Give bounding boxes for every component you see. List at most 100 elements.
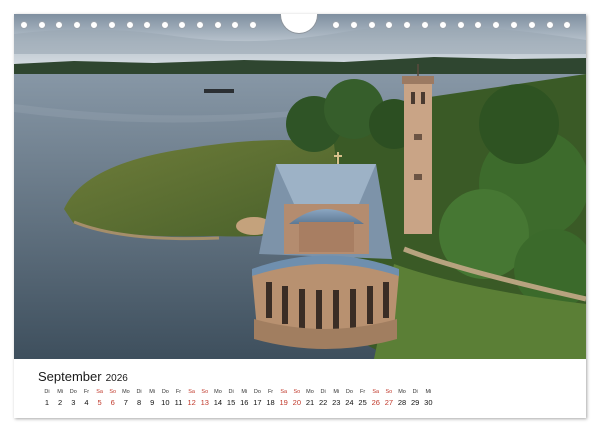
day-cell: Mo 7 — [119, 389, 133, 407]
binding-ring — [349, 21, 358, 29]
day-cell: Do 17 — [250, 389, 264, 407]
binding-ring — [332, 21, 340, 29]
day-number: 11 — [174, 398, 183, 407]
weekday-label: Di — [44, 389, 50, 395]
binding-ring — [438, 21, 447, 29]
day-cell: Mi 2 — [53, 389, 67, 407]
day-cell: Mo 21 — [303, 389, 317, 407]
month-year: 2026 — [105, 373, 128, 384]
weekday-label: Mo — [214, 389, 222, 395]
weekday-label: So — [109, 389, 117, 395]
binding-ring — [90, 21, 99, 29]
binding-ring — [178, 21, 187, 29]
day-number: 26 — [371, 398, 380, 407]
weekday-label: Sa — [372, 389, 380, 395]
day-number: 27 — [384, 398, 394, 407]
day-cell: So 13 — [198, 389, 212, 407]
binding-ring — [72, 21, 81, 29]
church-on-lake-photo — [14, 14, 586, 359]
weekday-label: Sa — [188, 389, 195, 395]
weekday-label: Do — [253, 389, 261, 395]
binding-ring — [108, 21, 116, 29]
day-number: 8 — [136, 398, 142, 407]
binding-ring — [160, 21, 169, 29]
weekday-label: Fr — [359, 389, 366, 395]
day-cell: Mi 30 — [421, 389, 435, 407]
day-cell: Fr 18 — [264, 389, 278, 407]
binding-ring — [527, 21, 536, 29]
binding-ring — [196, 21, 204, 29]
day-number: 30 — [424, 398, 433, 407]
weekday-label: Do — [161, 389, 169, 395]
weekday-label: Fr — [175, 389, 182, 395]
day-number: 19 — [279, 398, 288, 407]
day-number: 28 — [397, 398, 407, 407]
day-number: 13 — [200, 398, 209, 407]
weekday-label: Do — [69, 389, 77, 395]
calendar-page: September 2026 Di 1 Mi 2 Do 3 Fr 4 Sa 5 So 6 Mo 7 Di 8 Mi… — [14, 14, 586, 418]
binding-ring — [248, 21, 257, 29]
day-number: 24 — [345, 398, 354, 407]
month-name: September — [38, 369, 102, 384]
weekday-label: Mi — [425, 389, 432, 395]
binding-ring — [37, 21, 46, 29]
day-number: 1 — [44, 398, 50, 407]
day-cell: Sa 12 — [185, 389, 199, 407]
weekday-label: Mi — [241, 389, 248, 395]
day-cell: Fr 25 — [356, 389, 370, 407]
weekday-label: Di — [320, 389, 326, 395]
binding-ring — [563, 21, 572, 29]
binding-ring — [456, 21, 465, 29]
weekday-label: So — [201, 389, 209, 395]
binding-ring — [20, 21, 28, 29]
weekday-label: Mi — [57, 389, 64, 395]
day-number: 25 — [358, 398, 367, 407]
binding-ring — [421, 21, 429, 29]
day-number: 29 — [411, 398, 420, 407]
day-cell: Mi 16 — [237, 389, 251, 407]
day-number: 15 — [226, 398, 236, 407]
day-number: 10 — [161, 398, 170, 407]
weekday-label: Di — [412, 389, 418, 395]
binding-ring — [545, 21, 554, 29]
day-cell: Do 10 — [158, 389, 172, 407]
binding-ring — [492, 21, 501, 29]
day-cell: Sa 19 — [277, 389, 291, 407]
day-cell: Sa 26 — [369, 389, 383, 407]
weekday-label: Mo — [306, 389, 314, 395]
weekday-label: So — [385, 389, 393, 395]
day-number: 14 — [213, 398, 223, 407]
day-cell: Mo 14 — [211, 389, 225, 407]
weekday-label: Fr — [83, 389, 90, 395]
weekday-label: Mi — [149, 389, 156, 395]
day-cell: Di 8 — [132, 389, 146, 407]
weekday-label: Mo — [398, 389, 406, 395]
weekday-label: Di — [136, 389, 142, 395]
weekday-label: Do — [345, 389, 353, 395]
weekday-label: Sa — [96, 389, 103, 395]
weekday-label: Di — [228, 389, 234, 395]
day-number: 3 — [71, 398, 76, 407]
day-cell: Sa 5 — [93, 389, 107, 407]
day-number: 16 — [240, 398, 249, 407]
day-number: 20 — [292, 398, 302, 407]
day-cell: Mi 9 — [145, 389, 159, 407]
day-number: 5 — [97, 398, 102, 407]
day-cell: Di 15 — [224, 389, 238, 407]
binding-ring — [385, 21, 394, 29]
day-cell: So 27 — [382, 389, 396, 407]
weekday-label: Sa — [280, 389, 288, 395]
day-number: 22 — [318, 398, 328, 407]
binding-ring — [403, 21, 412, 29]
day-number: 9 — [150, 398, 155, 407]
day-number: 2 — [58, 398, 63, 407]
month-title: September 2026 — [38, 369, 128, 384]
day-cell: Di 29 — [408, 389, 422, 407]
binding-ring — [213, 21, 222, 29]
day-cell: Di 1 — [40, 389, 54, 407]
day-cell: Di 22 — [316, 389, 330, 407]
day-cell: Do 24 — [342, 389, 356, 407]
weekday-label: Mo — [122, 389, 130, 395]
weekday-label: Fr — [267, 389, 274, 395]
day-number: 17 — [253, 398, 262, 407]
